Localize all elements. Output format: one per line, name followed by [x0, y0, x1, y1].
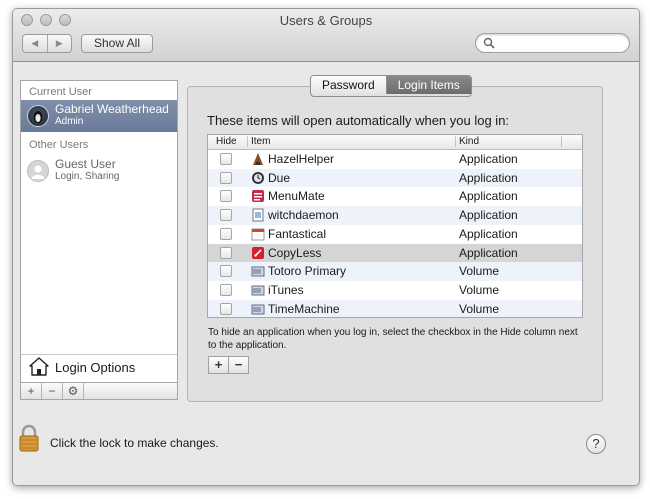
search-input[interactable]	[475, 33, 630, 53]
tab-password[interactable]: Password	[311, 76, 387, 94]
forward-button[interactable]: ▶	[48, 35, 72, 52]
drive-icon	[251, 266, 265, 277]
hide-checkbox[interactable]	[220, 153, 232, 165]
drive-icon	[251, 285, 265, 296]
table-row[interactable]: iTunes Volume	[208, 281, 582, 300]
hide-hint-text: To hide an application when you log in, …	[208, 327, 578, 351]
item-name: iTunes	[268, 282, 304, 297]
login-options-item[interactable]: Login Options	[21, 354, 177, 379]
hide-checkbox[interactable]	[220, 283, 232, 296]
item-name: Fantastical	[268, 226, 327, 241]
item-kind: Application	[459, 189, 518, 204]
table-row[interactable]: Due Application	[208, 168, 582, 188]
item-kind: Application	[459, 208, 518, 223]
user-list: Current User Gabriel Weatherhead Admin O…	[20, 80, 178, 400]
hide-checkbox[interactable]	[220, 227, 232, 240]
user-row-guest[interactable]: Guest User Login, Sharing	[21, 155, 177, 187]
current-user-heading: Current User	[29, 86, 92, 98]
back-button[interactable]: ◀	[23, 35, 48, 52]
item-name: HazelHelper	[268, 152, 335, 166]
gear-icon[interactable]: ⚙	[63, 383, 84, 399]
table-row[interactable]: TimeMachine Volume	[208, 299, 582, 317]
hide-checkbox[interactable]	[220, 209, 232, 222]
tab-bar: Password Login Items	[310, 75, 472, 97]
search-icon	[483, 37, 495, 49]
item-name: Due	[268, 170, 291, 185]
table-row[interactable]: HazelHelper Application	[208, 150, 582, 169]
item-kind: Volume	[459, 264, 500, 279]
item-kind: Volume	[459, 282, 500, 297]
user-role: Admin	[55, 116, 84, 127]
remove-user-button[interactable]: −	[42, 383, 63, 399]
table-row[interactable]: MenuMate Application	[208, 187, 582, 206]
table-row[interactable]: Fantastical Application	[208, 225, 582, 244]
penguin-icon	[33, 111, 43, 123]
tab-login-items[interactable]: Login Items	[386, 76, 471, 94]
table-header: Hide Item Kind	[208, 135, 582, 150]
copyless-icon	[252, 246, 264, 259]
remove-login-item-button[interactable]: −	[229, 357, 248, 373]
user-row-gabriel[interactable]: Gabriel Weatherhead Admin	[21, 100, 177, 132]
table-row[interactable]: CopyLess Application	[208, 243, 582, 263]
hide-checkbox[interactable]	[220, 265, 232, 278]
hide-checkbox[interactable]	[220, 246, 232, 259]
item-name: witchdaemon	[268, 208, 339, 223]
titlebar: Users & Groups ◀ ▶ Show All	[13, 9, 639, 62]
column-kind[interactable]: Kind	[459, 136, 479, 147]
add-login-item-button[interactable]: +	[209, 357, 229, 373]
item-kind: Application	[459, 152, 518, 166]
due-icon	[252, 171, 264, 184]
login-items-table: Hide Item Kind HazelHelper Application D…	[207, 134, 583, 318]
menumate-icon	[252, 190, 264, 203]
add-user-button[interactable]: +	[21, 383, 42, 399]
table-row[interactable]: witchdaemon Application	[208, 206, 582, 225]
guest-detail: Login, Sharing	[55, 171, 120, 182]
user-name: Gabriel Weatherhead	[55, 102, 169, 116]
guest-avatar-icon	[27, 160, 49, 182]
window-title: Users & Groups	[279, 13, 373, 28]
login-items-intro: These items will open automatically when…	[207, 113, 510, 128]
hide-checkbox[interactable]	[220, 190, 232, 203]
calendar-icon	[251, 228, 265, 241]
item-kind: Application	[459, 226, 518, 241]
item-kind: Volume	[459, 301, 500, 316]
house-icon	[29, 357, 49, 376]
table-row[interactable]: Totoro Primary Volume	[208, 262, 582, 281]
user-list-toolbar: + − ⚙	[20, 382, 178, 400]
help-button[interactable]: ?	[586, 434, 606, 454]
login-options-label: Login Options	[55, 360, 136, 375]
hazel-icon	[253, 153, 263, 165]
item-kind: Application	[459, 245, 518, 260]
item-name: MenuMate	[268, 189, 325, 204]
lock-icon[interactable]	[18, 424, 40, 452]
column-hide[interactable]: Hide	[216, 136, 237, 147]
guest-name: Guest User	[55, 157, 116, 171]
item-name: CopyLess	[268, 245, 322, 260]
avatar	[27, 105, 49, 127]
column-item[interactable]: Item	[251, 136, 270, 147]
show-all-button[interactable]: Show All	[81, 34, 153, 53]
login-items-toolbar: + −	[208, 356, 249, 374]
nav-back-forward: ◀ ▶	[22, 34, 72, 53]
hide-checkbox[interactable]	[220, 171, 232, 184]
lock-text: Click the lock to make changes.	[50, 436, 219, 450]
other-users-heading: Other Users	[29, 139, 89, 151]
witch-icon	[252, 208, 264, 222]
hide-checkbox[interactable]	[220, 302, 232, 315]
item-name: Totoro Primary	[268, 264, 347, 279]
drive-icon	[251, 304, 265, 315]
item-name: TimeMachine	[268, 301, 340, 316]
item-kind: Application	[459, 170, 518, 185]
